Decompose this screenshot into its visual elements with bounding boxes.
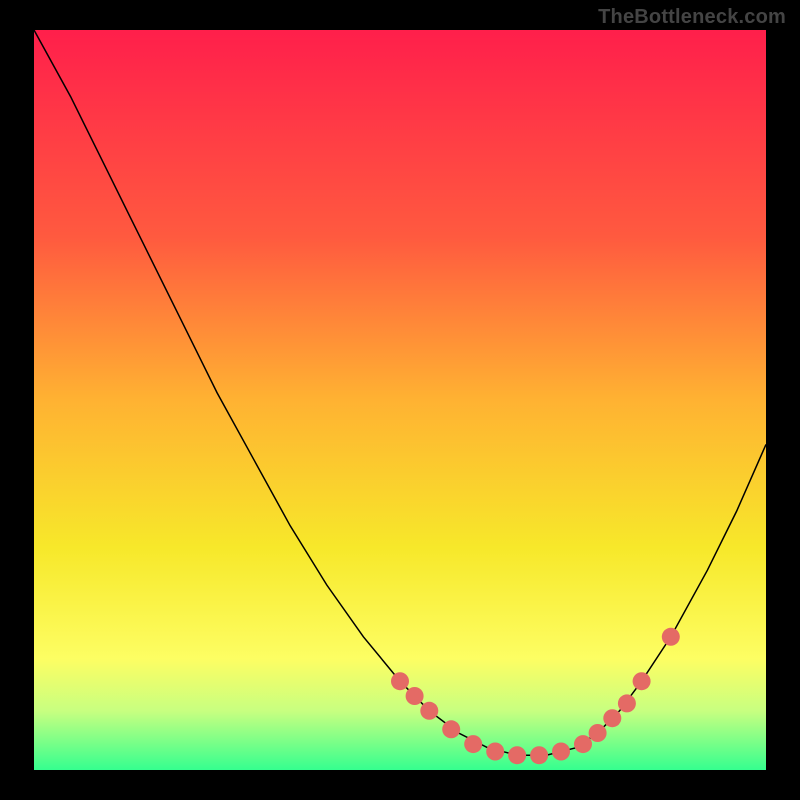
watermark-text: TheBottleneck.com xyxy=(598,6,786,29)
marker-dot xyxy=(420,702,438,720)
marker-dot xyxy=(406,687,424,705)
marker-dot xyxy=(574,735,592,753)
marker-dot xyxy=(464,735,482,753)
marker-dot xyxy=(508,746,526,764)
marker-dot xyxy=(530,746,548,764)
marker-dot xyxy=(391,672,409,690)
chart-stage: TheBottleneck.com xyxy=(0,0,800,800)
marker-dot xyxy=(633,672,651,690)
marker-dot xyxy=(486,743,504,761)
marker-dot xyxy=(662,628,680,646)
marker-dot xyxy=(442,720,460,738)
chart-svg xyxy=(0,0,800,800)
marker-dot xyxy=(603,709,621,727)
marker-dot xyxy=(589,724,607,742)
marker-dot xyxy=(552,743,570,761)
marker-dot xyxy=(618,694,636,712)
